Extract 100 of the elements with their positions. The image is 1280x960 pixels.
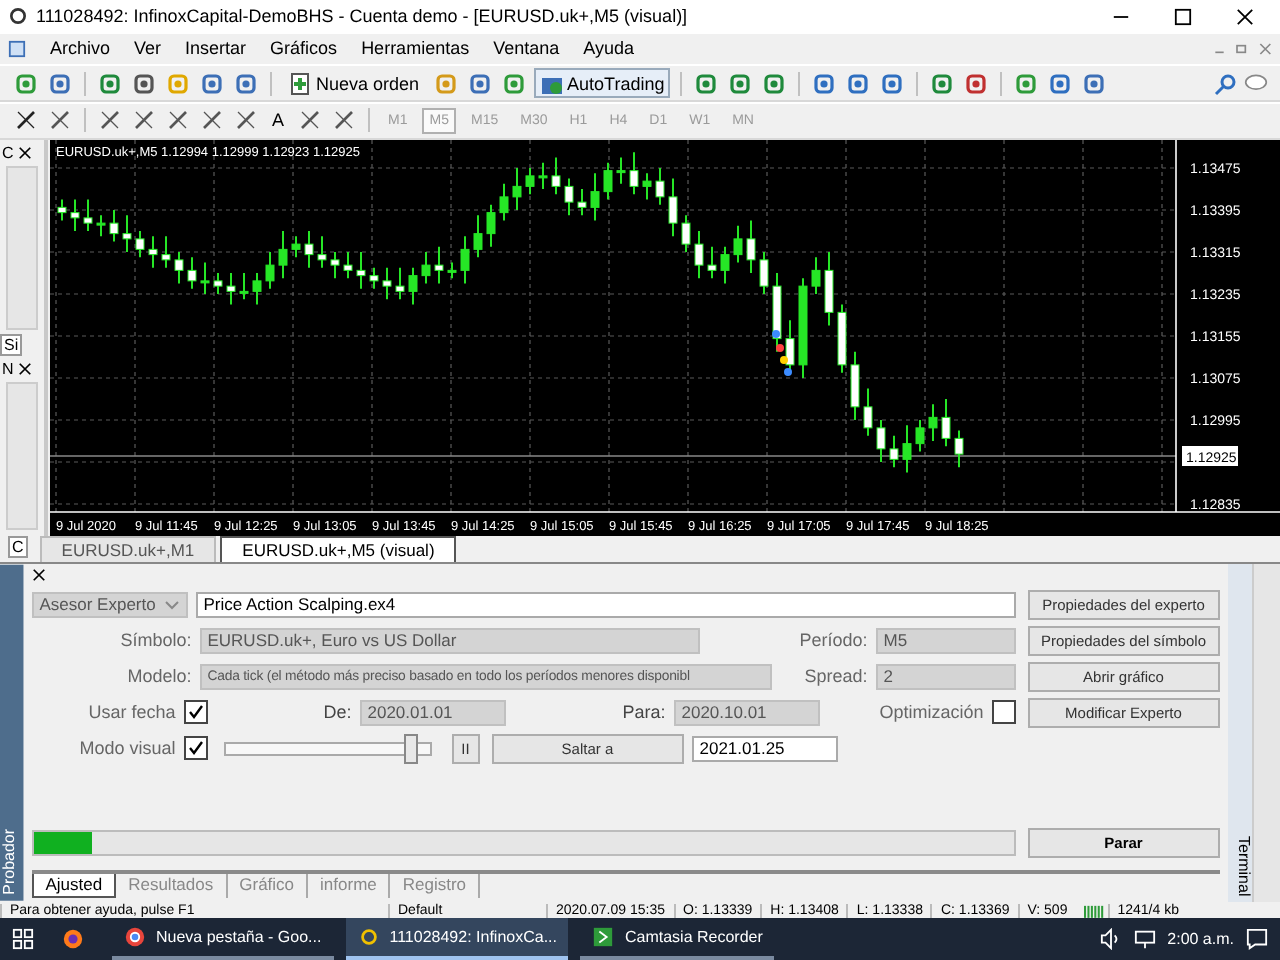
close-icon[interactable]	[17, 145, 32, 160]
skip-to-date-field[interactable]: 2021.01.25	[691, 735, 838, 762]
start-icon[interactable]	[12, 928, 34, 951]
candle	[902, 423, 912, 473]
close-icon[interactable]	[31, 568, 46, 583]
candle	[499, 181, 509, 221]
candle	[642, 171, 652, 200]
candle	[655, 166, 665, 205]
candle	[603, 160, 613, 200]
candle	[421, 250, 431, 284]
text-tool[interactable]: A	[266, 110, 291, 131]
candle	[811, 255, 821, 295]
menu-item[interactable]: Ayuda	[583, 38, 634, 59]
maximize-icon[interactable]	[1174, 7, 1192, 26]
new-order-button[interactable]: Nueva orden	[282, 68, 426, 99]
autotrading-button[interactable]: AutoTrading	[533, 68, 671, 99]
candle	[473, 213, 483, 258]
candle	[408, 265, 418, 305]
menu-item[interactable]: Ventana	[493, 38, 560, 59]
candle	[707, 244, 717, 279]
candle	[928, 402, 938, 442]
use-date-checkbox[interactable]	[183, 700, 208, 725]
candle	[694, 229, 704, 279]
taskbar-item[interactable]: Nueva pestaña - Goo...	[112, 918, 334, 960]
firefox-icon[interactable]	[62, 928, 84, 951]
checkbox-label: Modo visual	[77, 738, 176, 759]
field-label: Símbolo:	[118, 630, 192, 651]
check-icon	[187, 704, 204, 721]
candle	[577, 187, 587, 216]
taskbar-label: 111028492: InfinoxCa...	[389, 928, 557, 947]
tester-tab[interactable]: Ajusted	[31, 873, 117, 898]
candle	[954, 428, 964, 468]
expert-dropdown[interactable]: Price Action Scalping.ex4	[195, 591, 1016, 618]
scroll-bar[interactable]	[1252, 564, 1280, 902]
caret-icon	[163, 599, 180, 610]
candle	[330, 250, 340, 279]
speaker-icon[interactable]	[1099, 928, 1122, 951]
candle	[265, 250, 275, 289]
new-order-icon	[288, 71, 312, 96]
document-icon	[8, 39, 26, 58]
candle	[720, 244, 730, 284]
taskbar-item[interactable]: 111028492: InfinoxCa...	[345, 918, 569, 960]
chart-tab[interactable]: EURUSD.uk+,M1	[39, 536, 217, 563]
network-icon[interactable]	[1133, 928, 1156, 951]
candle	[837, 302, 847, 373]
panel-tab[interactable]: N	[0, 359, 16, 378]
scroll-bar[interactable]	[6, 381, 38, 530]
checkbox-label: Optimización	[879, 702, 984, 723]
candle	[252, 271, 262, 305]
clock-time[interactable]: 2:00 a.m.	[1167, 930, 1234, 949]
app-icon	[8, 6, 28, 27]
candle	[447, 260, 457, 279]
menu-item[interactable]: Archivo	[50, 38, 111, 59]
field-label: Para:	[620, 702, 666, 723]
menu-item[interactable]: Herramientas	[361, 38, 470, 59]
terminal-side-label: Terminal	[1227, 564, 1253, 902]
field-label: Spread:	[802, 666, 868, 687]
slider-thumb[interactable]	[403, 733, 418, 764]
candle	[356, 250, 366, 289]
taskbar-item[interactable]: Camtasia Recorder	[580, 918, 775, 960]
candle	[369, 265, 379, 289]
close-icon[interactable]	[17, 361, 32, 376]
panel-tab[interactable]: C	[8, 535, 28, 558]
candle	[187, 255, 197, 289]
candle	[616, 155, 626, 184]
panel-tab[interactable]: C	[0, 143, 16, 162]
field-label: Modelo:	[125, 666, 192, 687]
search-icon[interactable]	[1214, 71, 1238, 96]
check-icon	[187, 740, 204, 757]
notification-icon[interactable]	[1246, 928, 1268, 951]
candle	[304, 229, 314, 268]
candle	[70, 197, 80, 232]
scroll-bar[interactable]	[6, 165, 38, 330]
candle	[772, 271, 782, 352]
candle	[96, 213, 106, 237]
candle	[200, 260, 210, 295]
candle	[174, 250, 184, 284]
candle	[226, 271, 236, 305]
candle	[798, 276, 808, 379]
connection-bars-icon	[1083, 903, 1108, 918]
candle	[759, 250, 769, 295]
visual-mode-checkbox[interactable]	[183, 736, 208, 761]
menu-item[interactable]: Insertar	[185, 38, 247, 59]
mdi-controls-icon[interactable]	[1212, 41, 1272, 56]
tester-side-label: Probador	[0, 564, 24, 902]
candle	[681, 213, 691, 253]
chart-tab[interactable]: EURUSD.uk+,M5 (visual)	[220, 536, 457, 563]
candle	[512, 166, 522, 211]
candle	[382, 265, 392, 300]
candle	[57, 197, 67, 221]
optimization-checkbox[interactable]	[991, 700, 1016, 725]
close-icon[interactable]	[1236, 7, 1254, 26]
chat-icon[interactable]	[1244, 71, 1268, 96]
candle	[395, 265, 405, 300]
menu-item[interactable]: Gráficos	[270, 38, 338, 59]
menu-item[interactable]: Ver	[134, 38, 162, 59]
recorder-icon	[592, 926, 615, 949]
candle	[915, 418, 925, 452]
candle	[551, 155, 561, 195]
candle	[785, 318, 795, 373]
